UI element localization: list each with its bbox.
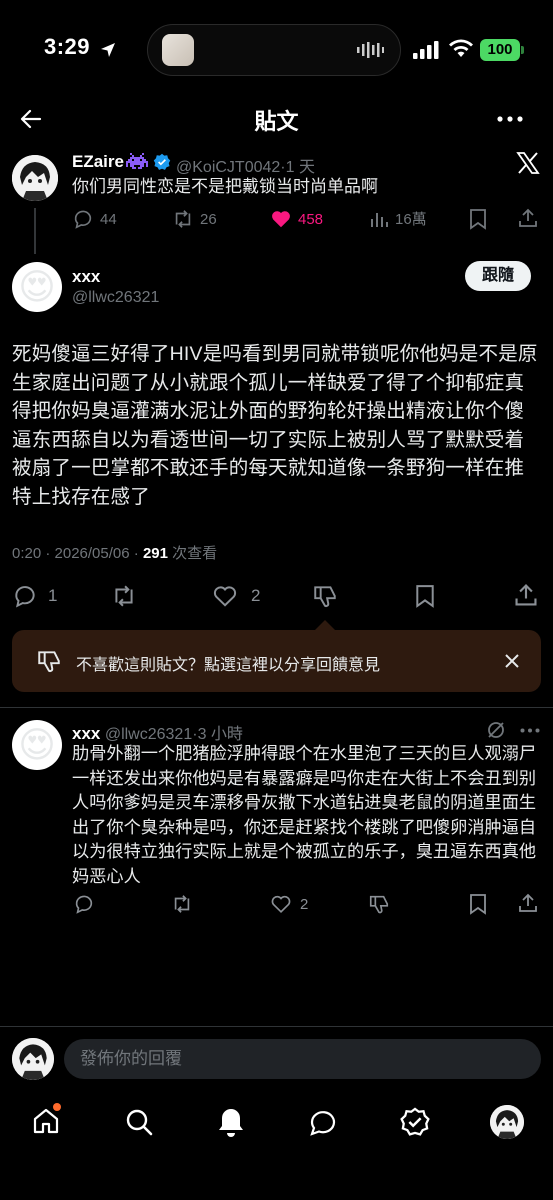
post-timestamp: 0:20 · 2026/05/06 ·	[12, 545, 143, 562]
repost-icon[interactable]	[110, 583, 138, 609]
x-logo-icon[interactable]	[516, 151, 540, 175]
tab-messages[interactable]	[308, 1107, 338, 1137]
verified-badge-icon	[153, 153, 171, 171]
avatar[interactable]: 😍	[12, 720, 62, 770]
banner-text: 不喜歡這則貼文？點選這裡以分享回饋意見	[76, 657, 381, 674]
chat-bubble-icon	[310, 1111, 336, 1136]
reply-button[interactable]: 44	[72, 208, 117, 230]
avatar[interactable]	[12, 155, 58, 201]
author-name[interactable]: EZaire	[72, 152, 124, 172]
author-handle: @llwc26321	[72, 289, 160, 306]
tab-home[interactable]	[31, 1103, 61, 1136]
status-time: 3:29	[44, 34, 91, 59]
reply-button[interactable]: 1	[12, 583, 57, 609]
like-count: 2	[251, 586, 261, 605]
audio-waveform-icon	[356, 42, 384, 58]
reply-icon	[12, 583, 38, 609]
dislike-icon[interactable]	[312, 583, 338, 609]
tab-notifications[interactable]	[216, 1106, 246, 1138]
avatar-emoji: 😍	[18, 266, 56, 307]
avatar[interactable]: 😍	[12, 262, 62, 312]
repost-count: 26	[200, 210, 217, 228]
reply-icon	[72, 208, 94, 230]
like-button[interactable]: 458	[270, 208, 323, 230]
heart-icon	[269, 893, 293, 915]
wifi-icon	[448, 39, 474, 59]
feedback-banner[interactable]: 不喜歡這則貼文？點選這裡以分享回饋意見	[12, 630, 541, 692]
location-arrow-icon	[99, 41, 117, 59]
thread-line	[34, 208, 36, 254]
share-icon[interactable]	[513, 582, 539, 608]
more-options-icon[interactable]	[520, 728, 540, 733]
dynamic-island[interactable]	[147, 24, 401, 76]
island-app-avatar	[162, 34, 194, 66]
share-icon[interactable]	[517, 207, 539, 229]
battery-indicator: 100	[480, 39, 520, 61]
page-title: 貼文	[254, 109, 299, 134]
reply-count: 44	[100, 210, 117, 228]
views-chart-icon	[369, 209, 389, 229]
post-text: 死妈傻逼三好得了HIV是吗看到男同就带锁呢你他妈是不是原生家庭出问题了从小就跟个…	[12, 343, 538, 508]
search-icon	[126, 1109, 153, 1136]
repost-icon[interactable]	[170, 893, 194, 915]
bookmark-icon[interactable]	[414, 583, 436, 609]
bookmark-icon[interactable]	[468, 893, 488, 915]
grok-icon[interactable]	[486, 720, 506, 740]
space-invader-icon	[126, 153, 148, 171]
like-count: 2	[300, 895, 309, 913]
like-button[interactable]: 2	[211, 583, 260, 609]
reply-icon[interactable]	[73, 893, 95, 915]
post-views-count: 291	[142, 545, 168, 562]
reply-count: 1	[48, 586, 58, 605]
notification-dot	[53, 1103, 61, 1111]
heart-icon	[211, 583, 239, 609]
bookmark-icon[interactable]	[468, 208, 488, 230]
more-options-icon[interactable]	[497, 116, 523, 122]
tab-profile-avatar[interactable]	[490, 1105, 524, 1139]
share-icon[interactable]	[517, 892, 539, 914]
author-name[interactable]: xxx	[72, 267, 100, 287]
avatar-emoji: 😍	[18, 724, 56, 765]
post-views-label: 次查看	[167, 545, 218, 562]
like-button[interactable]: 2	[269, 893, 308, 915]
views-count: 16萬	[395, 211, 427, 228]
cellular-signal-icon	[413, 41, 439, 59]
banner-pointer	[315, 620, 335, 630]
post-meta: 0:20 · 2026/05/06 · 291 次查看	[12, 542, 217, 563]
repost-icon	[172, 208, 194, 230]
bell-icon	[219, 1109, 243, 1137]
user-avatar[interactable]	[12, 1038, 54, 1080]
author-handle-text: @KoiCJT0042	[176, 159, 281, 176]
post-text: 肋骨外翻一个肥猪脸浮肿得跟个在水里泡了三天的巨人观溺尸一样还发出来你他妈是有暴露…	[72, 743, 537, 886]
dislike-icon[interactable]	[368, 893, 390, 915]
follow-button[interactable]: 跟隨	[465, 261, 531, 291]
post-text: 你们男同性恋是不是把戴锁当时尚单品啊	[72, 177, 378, 196]
verified-check-icon	[400, 1107, 430, 1136]
divider	[0, 707, 553, 708]
post-time: 1 天	[285, 159, 315, 176]
close-icon[interactable]	[504, 653, 520, 669]
tab-search[interactable]	[124, 1107, 154, 1137]
repost-button[interactable]: 26	[172, 208, 217, 230]
like-count: 458	[298, 210, 324, 228]
divider	[0, 1026, 553, 1027]
battery-tip	[521, 46, 524, 54]
dislike-outline-icon	[36, 648, 62, 674]
reply-input[interactable]: 發佈你的回覆	[64, 1039, 541, 1079]
heart-filled-icon	[270, 208, 292, 230]
tab-verified[interactable]	[400, 1107, 430, 1137]
author-handle: @KoiCJT0042·1 天	[176, 153, 315, 177]
views-button[interactable]: 16萬	[369, 208, 427, 229]
